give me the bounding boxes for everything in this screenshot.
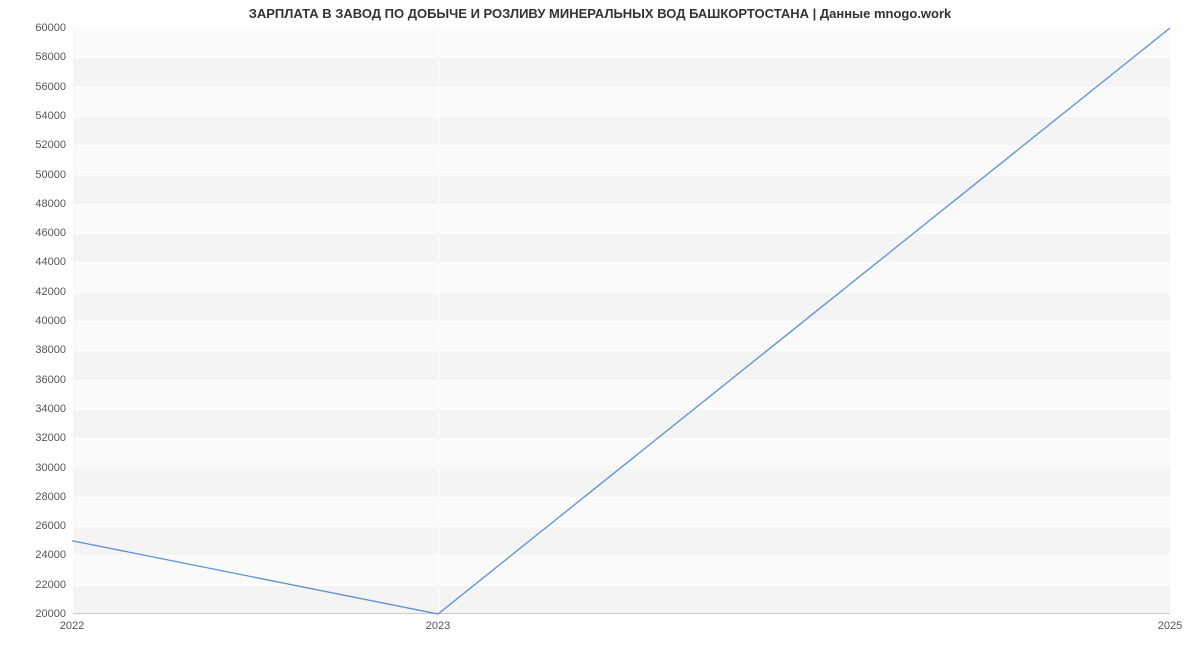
y-tick-label: 48000 — [35, 198, 72, 210]
y-tick-label: 38000 — [35, 344, 72, 356]
y-tick-label: 40000 — [35, 315, 72, 327]
chart-container: ЗАРПЛАТА В ЗАВОД ПО ДОБЫЧЕ И РОЗЛИВУ МИН… — [0, 0, 1200, 650]
y-tick-label: 44000 — [35, 256, 72, 268]
plot-area: 2000022000240002600028000300003200034000… — [72, 28, 1170, 614]
y-tick-label: 54000 — [35, 110, 72, 122]
y-tick-label: 60000 — [35, 22, 72, 34]
y-tick-label: 56000 — [35, 81, 72, 93]
gridline-x — [1170, 28, 1171, 614]
y-tick-label: 28000 — [35, 491, 72, 503]
y-tick-label: 22000 — [35, 579, 72, 591]
y-tick-label: 52000 — [35, 139, 72, 151]
y-tick-label: 34000 — [35, 403, 72, 415]
x-tick-label: 2023 — [426, 614, 450, 632]
y-tick-label: 26000 — [35, 520, 72, 532]
y-tick-label: 32000 — [35, 432, 72, 444]
series-line — [72, 28, 1170, 614]
y-tick-label: 36000 — [35, 374, 72, 386]
y-tick-label: 30000 — [35, 462, 72, 474]
chart-title: ЗАРПЛАТА В ЗАВОД ПО ДОБЫЧЕ И РОЗЛИВУ МИН… — [0, 6, 1200, 21]
y-tick-label: 50000 — [35, 169, 72, 181]
y-tick-label: 42000 — [35, 286, 72, 298]
line-series — [72, 28, 1170, 614]
y-tick-label: 58000 — [35, 51, 72, 63]
x-tick-label: 2025 — [1158, 614, 1182, 632]
x-tick-label: 2022 — [60, 614, 84, 632]
y-tick-label: 46000 — [35, 227, 72, 239]
y-tick-label: 24000 — [35, 549, 72, 561]
gridline-y — [72, 614, 1170, 615]
